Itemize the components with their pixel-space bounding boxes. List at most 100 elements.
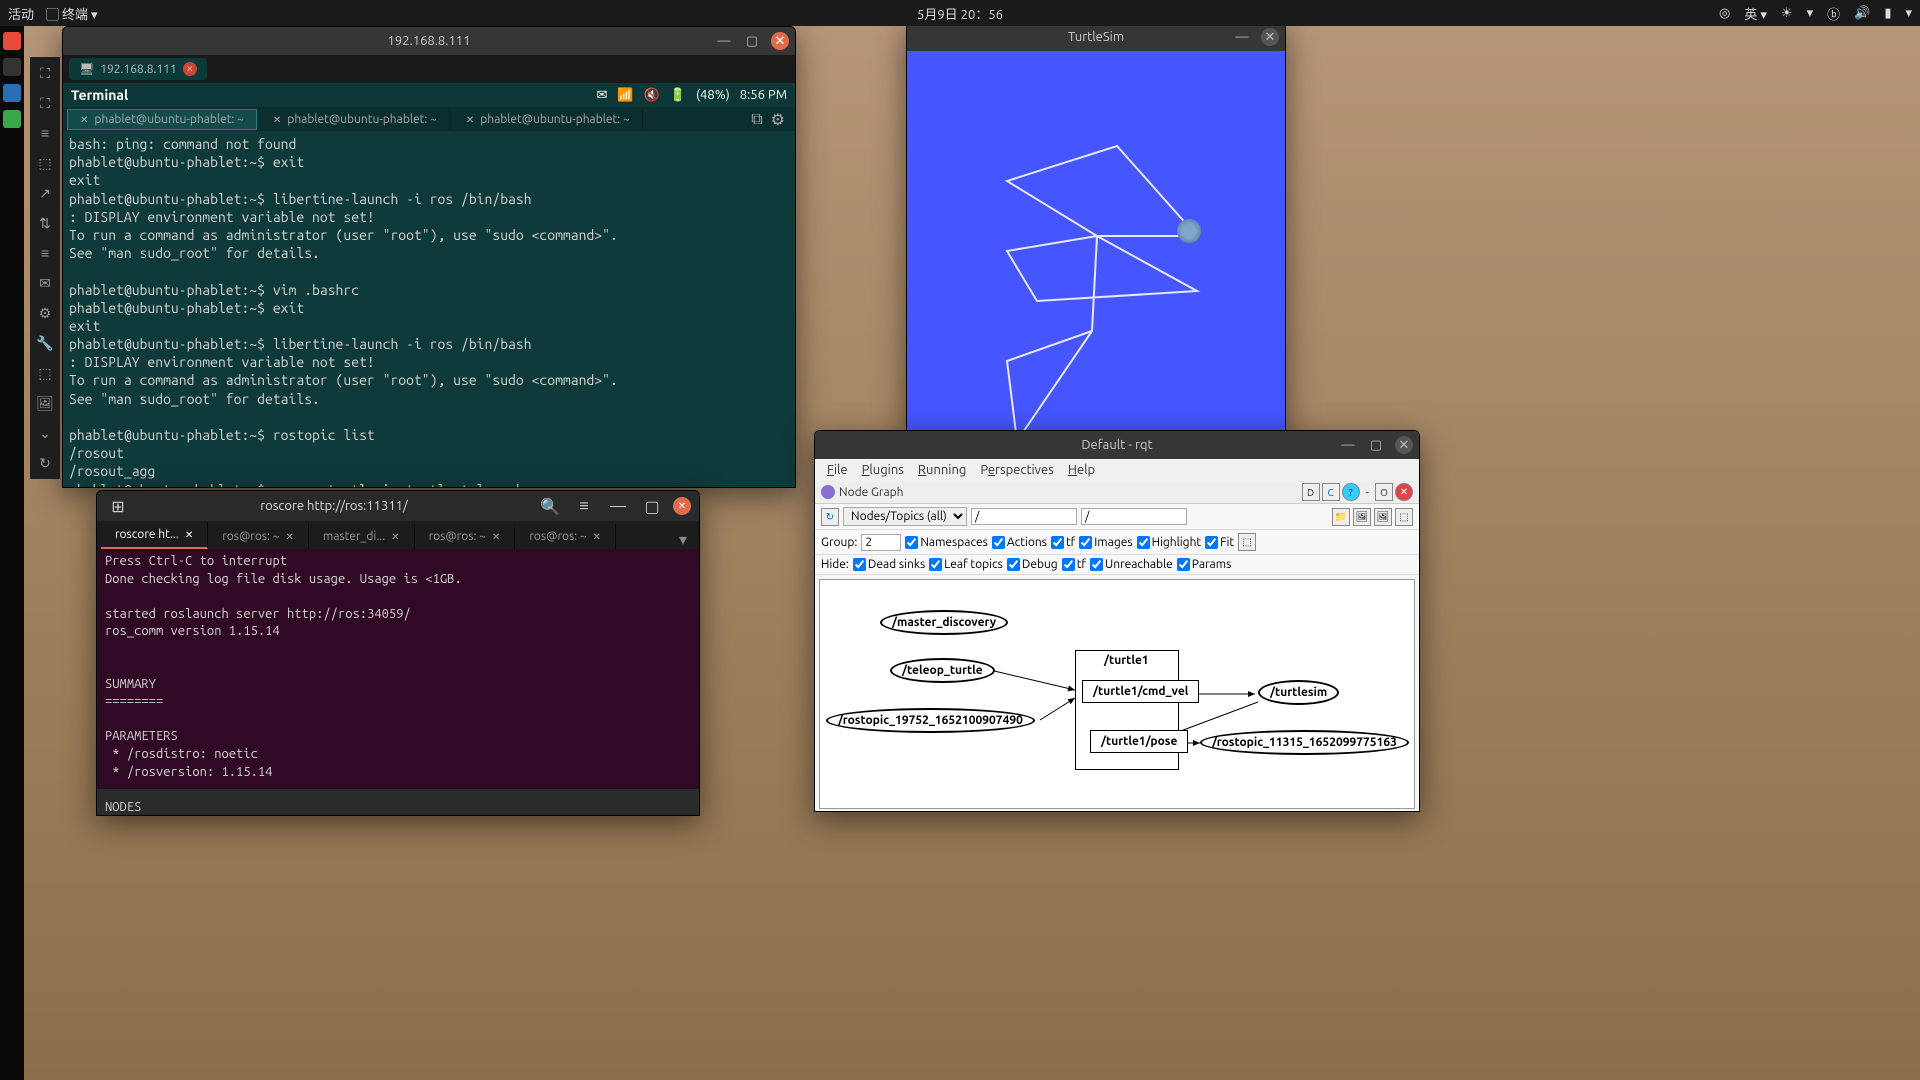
minimize-button[interactable]: — (715, 32, 733, 50)
clock[interactable]: 5月9日 20：56 (917, 4, 1003, 23)
node-rostopic2[interactable]: /rostopic_11315_1652099775163 (1200, 730, 1409, 755)
titlebar[interactable]: TurtleSim — ✕ (907, 23, 1285, 51)
minimize-button[interactable]: — (1339, 436, 1357, 454)
wifi-icon[interactable]: 📶 (617, 88, 633, 103)
terminal-output[interactable]: Press Ctrl-C to interrupt Done checking … (97, 549, 699, 789)
panel-close-icon[interactable]: ✕ (1395, 483, 1413, 501)
sidebar-icon[interactable]: ⛶ (35, 93, 55, 113)
minimize-button[interactable]: — (605, 493, 631, 519)
check-images[interactable]: Images (1079, 536, 1132, 549)
dock-app-icon[interactable] (3, 84, 21, 102)
check-debug[interactable]: Debug (1007, 558, 1058, 571)
sidebar-icon[interactable]: ≡ (35, 123, 55, 143)
filter-dropdown[interactable]: Nodes/Topics (all) (843, 507, 967, 526)
dock-chrome-icon[interactable] (3, 32, 21, 50)
tab-close-icon[interactable]: ✕ (391, 531, 399, 543)
terminal-tab[interactable]: ros@ros: ~✕ (415, 524, 516, 549)
toolbar-icon[interactable]: ⬚ (1395, 508, 1413, 526)
check-leaftopics[interactable]: Leaf topics (929, 558, 1003, 571)
volume-icon[interactable]: 🔇 (644, 88, 660, 103)
check-params[interactable]: Params (1177, 558, 1232, 571)
sidebar-icon[interactable]: ⬚ (35, 153, 55, 173)
help-icon[interactable]: ? (1342, 483, 1360, 501)
node-graph-canvas[interactable]: /master_discovery /teleop_turtle /rostop… (819, 579, 1415, 809)
terminal-tab[interactable]: ✕phablet@ubuntu-phablet: ~ (454, 110, 643, 129)
titlebar[interactable]: 192.168.8.111 — ▢ ✕ (63, 27, 795, 55)
node-rostopic1[interactable]: /rostopic_19752_1652100907490 (826, 708, 1035, 733)
sidebar-icon[interactable]: ⌄ (35, 423, 55, 443)
close-button[interactable]: ✕ (673, 497, 691, 515)
panel-btn[interactable]: O (1375, 483, 1393, 501)
check-fit[interactable]: Fit (1205, 536, 1234, 549)
topic-pose[interactable]: /turtle1/pose (1090, 730, 1188, 753)
tab-close-icon[interactable]: ✕ (185, 529, 193, 541)
sidebar-icon[interactable]: ↻ (35, 453, 55, 473)
node-master[interactable]: /master_discovery (880, 610, 1008, 635)
panel-btn[interactable]: D (1302, 483, 1320, 501)
refresh-icon[interactable]: ↻ (821, 508, 839, 526)
close-button[interactable]: ✕ (771, 32, 789, 50)
system-menu-caret[interactable]: ▾ (1905, 6, 1912, 21)
a11y-icon[interactable]: ◎ (1719, 6, 1730, 21)
maximize-button[interactable]: ▢ (1367, 436, 1385, 454)
toolbar-icon[interactable]: 🖼 (1374, 508, 1392, 526)
tab-close-icon[interactable]: ✕ (466, 114, 474, 125)
sidebar-icon[interactable]: ⚙ (35, 303, 55, 323)
sidebar-icon[interactable]: ⇅ (35, 213, 55, 233)
toolbar-icon[interactable]: 📁 (1332, 508, 1350, 526)
app-menu[interactable]: ▢ 终端 ▾ (46, 4, 98, 23)
menu-help[interactable]: Help (1062, 461, 1101, 479)
node-teleop[interactable]: /teleop_turtle (890, 658, 995, 683)
terminal-tab[interactable]: ros@ros: ~✕ (515, 524, 616, 549)
menu-perspectives[interactable]: Perspectives (974, 461, 1059, 479)
mail-icon[interactable]: ✉ (596, 88, 607, 103)
menu-file[interactable]: File (821, 461, 854, 479)
sidebar-icon[interactable]: ↗ (35, 183, 55, 203)
check-tf[interactable]: tf (1051, 536, 1075, 549)
close-button[interactable]: ✕ (1261, 28, 1279, 46)
terminal-tab[interactable]: ✕phablet@ubuntu-phablet: ~ (261, 110, 450, 129)
check-tf2[interactable]: tf (1062, 558, 1086, 571)
topic-cmdvel[interactable]: /turtle1/cmd_vel (1082, 680, 1199, 703)
menu-plugins[interactable]: Plugins (856, 461, 910, 479)
close-button[interactable]: ✕ (1395, 436, 1413, 454)
check-actions[interactable]: Actions (992, 536, 1047, 549)
maximize-button[interactable]: ▢ (639, 493, 665, 519)
tab-close-icon[interactable]: ✕ (492, 531, 500, 543)
connection-tab[interactable]: 🖥 192.168.8.111 ✕ (69, 58, 207, 80)
tab-close-icon[interactable]: ✕ (273, 114, 281, 125)
menu-running[interactable]: Running (912, 461, 972, 479)
volume-icon[interactable]: 🔊 (1854, 6, 1870, 21)
maximize-button[interactable]: ▢ (743, 32, 761, 50)
tab-close-icon[interactable]: ✕ (183, 62, 197, 76)
input-lang[interactable]: 英 ▾ (1744, 4, 1767, 23)
titlebar[interactable]: Default - rqt — ▢ ✕ (815, 431, 1419, 459)
dock-terminal-icon[interactable] (3, 58, 21, 76)
node-turtlesim[interactable]: /turtlesim (1258, 680, 1339, 705)
panel-btn[interactable]: C (1322, 483, 1340, 501)
namespace-input-2[interactable] (1081, 508, 1187, 525)
tab-close-icon[interactable]: ✕ (286, 531, 294, 543)
activities-button[interactable]: 活动 (8, 4, 34, 23)
check-deadsinks[interactable]: Dead sinks (853, 558, 925, 571)
sidebar-icon[interactable]: ⛶ (35, 63, 55, 83)
terminal-tab[interactable]: roscore ht...✕ (101, 522, 208, 549)
search-icon[interactable]: 🔍 (537, 493, 563, 519)
battery-icon[interactable]: 🔋 (670, 88, 686, 103)
fit-button[interactable]: ⬚ (1238, 533, 1256, 551)
sidebar-icon[interactable]: 🖼 (35, 393, 55, 413)
terminal-tab[interactable]: ros@ros: ~✕ (208, 524, 309, 549)
check-highlight[interactable]: Highlight (1137, 536, 1202, 549)
dock-app2-icon[interactable] (3, 110, 21, 128)
sidebar-icon[interactable]: ≡ (35, 243, 55, 263)
bluetooth-icon[interactable]: ⓑ (1827, 4, 1840, 23)
group-spinner[interactable] (861, 534, 901, 551)
tab-close-icon[interactable]: ✕ (80, 114, 88, 125)
terminal-tab[interactable]: master_di...✕ (309, 524, 415, 549)
toolbar-icon[interactable]: 🖼 (1353, 508, 1371, 526)
check-namespaces[interactable]: Namespaces (905, 536, 988, 549)
minimize-button[interactable]: — (1233, 28, 1251, 46)
menu-icon[interactable]: ≡ (571, 493, 597, 519)
namespace-input-1[interactable] (971, 508, 1077, 525)
terminal-tab[interactable]: ✕phablet@ubuntu-phablet: ~ (67, 109, 257, 130)
